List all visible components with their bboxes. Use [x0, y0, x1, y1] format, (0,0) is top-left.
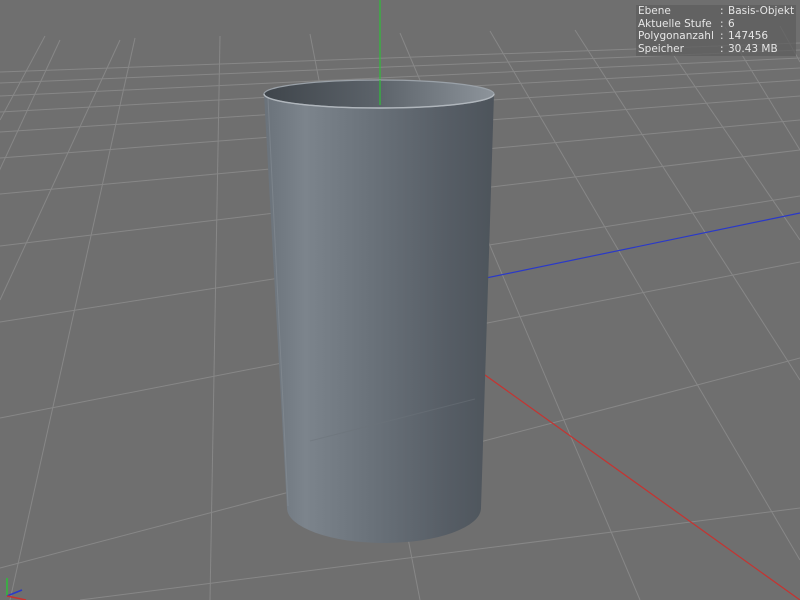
viewport-scene[interactable]: [0, 0, 800, 600]
hud-value: Basis-Objekt: [728, 5, 794, 17]
hud-label: Aktuelle Stufe: [638, 17, 712, 30]
hud-separator: :: [720, 42, 724, 55]
hud-value: 6: [728, 17, 735, 30]
hud-row: Ebene : Basis-Objekt: [638, 5, 794, 18]
hud-value: 147456: [728, 30, 769, 43]
hud-row: Polygonanzahl : 147456: [638, 30, 794, 43]
hud-row: Speicher : 30.43 MB: [638, 43, 794, 56]
hud-label: Speicher: [638, 42, 684, 55]
axis-gizmo-icon: [6, 578, 27, 600]
3d-viewport[interactable]: Ebene : Basis-Objekt Aktuelle Stufe : 6 …: [0, 0, 800, 600]
hud-separator: :: [720, 17, 724, 30]
hud-separator: :: [720, 5, 724, 17]
hud-label: Polygonanzahl: [638, 30, 714, 43]
hud-info-panel: Ebene : Basis-Objekt Aktuelle Stufe : 6 …: [636, 5, 796, 57]
cylinder-object[interactable]: [263, 79, 495, 543]
hud-row: Aktuelle Stufe : 6: [638, 18, 794, 31]
hud-separator: :: [720, 30, 724, 43]
hud-value: 30.43 MB: [728, 42, 778, 55]
hud-label: Ebene: [638, 5, 671, 17]
